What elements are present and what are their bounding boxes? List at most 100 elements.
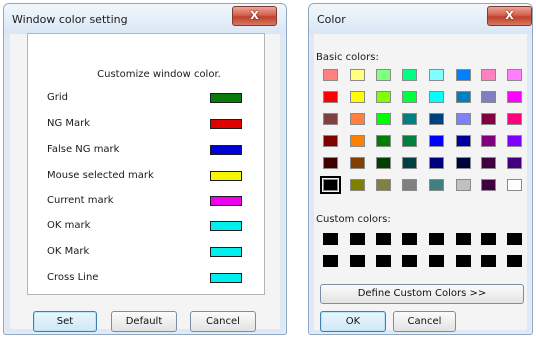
basic-color-swatch[interactable] (376, 113, 391, 125)
basic-color-swatch[interactable] (429, 113, 444, 125)
basic-color-swatch[interactable] (323, 157, 338, 169)
basic-color-swatch[interactable] (429, 157, 444, 169)
custom-color-swatch[interactable] (376, 233, 391, 245)
basic-color-swatch[interactable] (481, 91, 496, 103)
custom-color-swatch[interactable] (429, 255, 444, 267)
basic-color-swatch[interactable] (376, 179, 391, 191)
close-button[interactable]: X (232, 6, 277, 26)
basic-color-swatch[interactable] (376, 91, 391, 103)
cancel-button-label: Cancel (407, 316, 442, 327)
basic-color-swatch[interactable] (402, 113, 417, 125)
color-row-label: Grid (47, 92, 68, 103)
basic-color-swatch[interactable] (402, 135, 417, 147)
basic-color-swatch[interactable] (402, 69, 417, 81)
custom-color-swatch[interactable] (456, 255, 471, 267)
default-button-label: Default (125, 316, 163, 327)
basic-color-swatch[interactable] (376, 69, 391, 81)
basic-color-swatch[interactable] (429, 179, 444, 191)
basic-color-swatch[interactable] (481, 135, 496, 147)
set-button[interactable]: Set (33, 311, 97, 332)
basic-color-swatch[interactable] (350, 113, 365, 125)
basic-color-swatch[interactable] (320, 176, 341, 194)
custom-colors-label: Custom colors: (316, 214, 391, 225)
custom-color-swatch[interactable] (456, 233, 471, 245)
cancel-button[interactable]: Cancel (393, 311, 456, 332)
dialog-title: Color (317, 13, 346, 26)
color-swatch-button[interactable] (210, 273, 242, 283)
color-row-label: Mouse selected mark (47, 170, 154, 181)
color-row-label: OK Mark (47, 246, 90, 257)
color-swatch-button[interactable] (210, 119, 242, 129)
custom-color-swatch[interactable] (507, 233, 522, 245)
basic-color-swatch[interactable] (507, 135, 522, 147)
dialog-title: Window color setting (12, 13, 128, 26)
basic-color-swatch[interactable] (456, 179, 471, 191)
basic-color-swatch[interactable] (507, 179, 522, 191)
basic-color-swatch[interactable] (429, 91, 444, 103)
color-swatch-button[interactable] (210, 145, 242, 155)
basic-color-swatch[interactable] (507, 69, 522, 81)
basic-color-swatch[interactable] (429, 69, 444, 81)
color-row-label: OK mark (47, 220, 91, 231)
basic-color-swatch[interactable] (323, 135, 338, 147)
basic-color-swatch[interactable] (323, 113, 338, 125)
color-swatch-button[interactable] (210, 221, 242, 231)
basic-color-swatch[interactable] (350, 135, 365, 147)
basic-color-swatch[interactable] (402, 157, 417, 169)
basic-color-swatch[interactable] (507, 157, 522, 169)
basic-color-swatch[interactable] (402, 179, 417, 191)
basic-color-swatch[interactable] (350, 157, 365, 169)
custom-color-swatch[interactable] (402, 233, 417, 245)
custom-color-swatch[interactable] (507, 255, 522, 267)
custom-color-swatch[interactable] (481, 233, 496, 245)
close-icon: X (250, 9, 259, 22)
color-swatch-button[interactable] (210, 93, 242, 103)
ok-button[interactable]: OK (320, 311, 386, 332)
color-row-label: NG Mark (47, 118, 91, 129)
custom-color-swatch[interactable] (429, 233, 444, 245)
basic-color-swatch[interactable] (481, 113, 496, 125)
basic-color-swatch[interactable] (456, 135, 471, 147)
custom-color-swatch[interactable] (323, 233, 338, 245)
custom-color-swatch[interactable] (376, 255, 391, 267)
color-swatch-button[interactable] (210, 196, 242, 206)
close-button[interactable]: X (487, 6, 532, 26)
basic-color-swatch[interactable] (456, 157, 471, 169)
basic-color-swatch[interactable] (507, 91, 522, 103)
color-swatch-button[interactable] (210, 171, 242, 181)
basic-color-swatch[interactable] (507, 113, 522, 125)
custom-color-swatch[interactable] (402, 255, 417, 267)
define-custom-colors-button[interactable]: Define Custom Colors >> (320, 284, 524, 304)
basic-color-swatch[interactable] (402, 91, 417, 103)
basic-colors-label: Basic colors: (316, 52, 379, 63)
define-button-label: Define Custom Colors >> (357, 288, 487, 299)
ok-button-label: OK (345, 316, 361, 327)
basic-color-swatch[interactable] (350, 91, 365, 103)
default-button[interactable]: Default (111, 311, 177, 332)
basic-color-swatch[interactable] (350, 69, 365, 81)
basic-color-swatch[interactable] (481, 179, 496, 191)
basic-color-swatch[interactable] (481, 69, 496, 81)
cancel-button-label: Cancel (206, 316, 240, 327)
basic-color-swatch[interactable] (456, 91, 471, 103)
custom-color-swatch[interactable] (323, 255, 338, 267)
basic-color-swatch[interactable] (376, 135, 391, 147)
basic-color-swatch[interactable] (481, 157, 496, 169)
set-button-label: Set (56, 316, 74, 327)
custom-color-swatch[interactable] (350, 233, 365, 245)
basic-color-swatch[interactable] (429, 135, 444, 147)
color-swatch-button[interactable] (210, 247, 242, 257)
cancel-button[interactable]: Cancel (190, 311, 256, 332)
color-row-label: False NG mark (47, 144, 120, 155)
custom-color-swatch[interactable] (481, 255, 496, 267)
basic-color-swatch[interactable] (350, 179, 365, 191)
basic-color-swatch[interactable] (376, 157, 391, 169)
custom-color-swatch[interactable] (350, 255, 365, 267)
basic-color-swatch[interactable] (456, 113, 471, 125)
color-row-label: Cross Line (47, 272, 99, 283)
close-icon: X (505, 9, 514, 22)
basic-color-swatch[interactable] (323, 69, 338, 81)
basic-color-swatch[interactable] (323, 91, 338, 103)
panel-heading: Customize window color. (97, 69, 221, 80)
basic-color-swatch[interactable] (456, 69, 471, 81)
